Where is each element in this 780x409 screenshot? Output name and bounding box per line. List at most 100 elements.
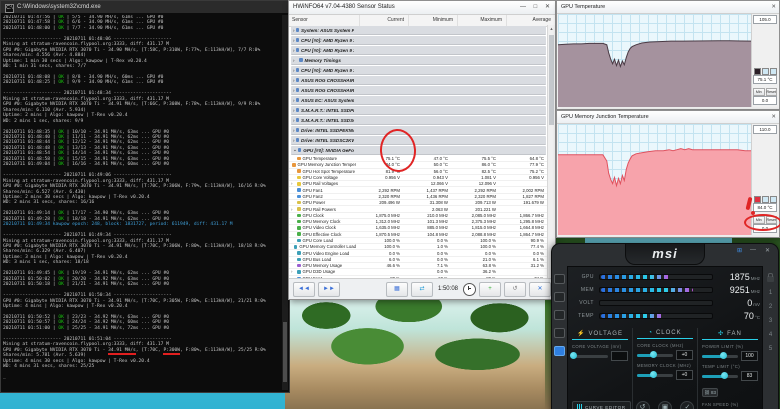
nav-back-button[interactable]: ◄◄ (293, 281, 315, 297)
power-limit-value[interactable]: 100 (741, 351, 758, 361)
core-voltage-value[interactable] (611, 351, 628, 361)
expand-icon[interactable]: › (293, 48, 295, 53)
windows-startup-icon[interactable]: ⊞ (737, 247, 742, 254)
temp-limit-value[interactable]: 83 (741, 371, 758, 381)
profile-4-button[interactable]: 4 (769, 332, 772, 338)
power-temp-link-button[interactable]: ⛓ 83 (702, 388, 718, 397)
chip-icon (295, 28, 299, 32)
close-icon[interactable]: ✕ (765, 247, 770, 254)
curve-editor-button[interactable]: CURVE EDITOR (572, 401, 631, 409)
save-button[interactable]: ▣ (658, 401, 672, 409)
sensor-group-row[interactable]: ›ASUS EC: ASUS System Product Name (291, 96, 546, 105)
temp-limit-slider[interactable] (702, 372, 738, 379)
core-clock-slider[interactable] (637, 351, 673, 358)
kombustor-icon[interactable] (554, 274, 565, 284)
hwinfo-scrollbar[interactable]: ▲ (547, 25, 555, 278)
scrollbar-thumb[interactable] (283, 322, 287, 382)
msi-afterburner-window[interactable]: msi ⊞ — ✕ 1 2 3 4 5 GPU 1875MHz MEM 9251MHz… (551, 243, 779, 409)
expand-icon[interactable]: › (293, 98, 295, 103)
memory-clock-slider[interactable] (637, 371, 673, 378)
legend-box[interactable] (762, 68, 769, 75)
oc-scanner-icon[interactable] (554, 292, 565, 302)
sync-button[interactable]: ⇄ (410, 281, 433, 297)
legend-box[interactable] (770, 68, 777, 75)
legend-box[interactable] (762, 196, 769, 203)
expand-icon[interactable]: › (291, 269, 296, 274)
reset-button[interactable]: Reset (765, 216, 777, 224)
sensors-config-button[interactable]: ▦ (385, 281, 408, 297)
core-voltage-slider[interactable] (569, 352, 608, 359)
power-limit-slider[interactable] (702, 352, 738, 359)
min-button[interactable]: Min (753, 88, 765, 96)
close-icon[interactable]: ✕ (771, 1, 776, 13)
sensor-group-row[interactable]: ›ASUS ROG CROSSHAIR VIII DARK HERO (AMD … (291, 86, 546, 95)
readout-label: TEMP (578, 312, 594, 319)
sensor-group-row[interactable]: ›S.M.A.R.T.: INTEL SSDPEKNW010T8 (NVMe) (291, 106, 546, 115)
profile-1-button[interactable]: 1 (769, 290, 772, 296)
sensor-group-row[interactable]: ›Drive: INTEL SSDSC2KW512G8 (291, 136, 546, 145)
min-button[interactable]: Min (753, 216, 765, 224)
window-buttons[interactable]: — □ ✕ (520, 1, 553, 14)
gpu-temperature-graph-window[interactable]: GPU Temperature ✕ 105.0 75.1 °C Min Reset… (556, 0, 780, 110)
collapse-icon[interactable]: ⌄ (293, 147, 297, 153)
sensor-group-row[interactable]: ⌄GPU [#0]: NVIDIA GeForce RTX 3070 Ti (291, 146, 546, 155)
expand-icon[interactable]: › (293, 118, 295, 123)
hwinfo-titlebar[interactable]: HWiNFO64 v7.04-4380 Sensor Status — □ ✕ (289, 1, 555, 15)
apply-button[interactable]: ✓ (680, 401, 695, 409)
sensor-group-row[interactable]: ›System: ASUS System Product Name (291, 26, 546, 35)
sensor-group-row[interactable]: ›Drive: INTEL SSDPEKNW010T8 (NVMe) (291, 126, 546, 135)
expand-icon[interactable]: › (293, 58, 298, 63)
sensor-value: 1,815.0 MHz (471, 225, 496, 231)
sensor-value: 100.0 % (384, 238, 400, 243)
legend-box[interactable] (770, 196, 777, 203)
sensor-value: 1,295.8 MHz (519, 219, 544, 225)
minimize-icon[interactable]: — (750, 247, 756, 253)
sensor-value: 0.0 % (389, 250, 400, 256)
expand-icon[interactable]: › (293, 78, 295, 83)
graph-titlebar[interactable]: GPU Temperature ✕ (557, 1, 779, 14)
hwinfo-sensor-table[interactable]: ›System: ASUS System Product Name›CPU [#… (289, 25, 548, 278)
sensor-value: 36.2 % (482, 269, 496, 275)
undo-button[interactable]: ↺ (504, 281, 526, 297)
info-icon[interactable] (554, 310, 565, 320)
expand-icon[interactable]: › (293, 108, 295, 113)
gpu-memory-junction-graph-window[interactable]: GPU Memory Junction Temperature ✕ 110.0 … (556, 110, 780, 238)
sensor-group-row[interactable]: ›ASUS ROG CROSSHAIR VIII DARK HERO (Nuvo… (291, 76, 546, 85)
profile-2-button[interactable]: 2 (769, 304, 772, 310)
nav-forward-button[interactable]: ►► (318, 281, 340, 297)
graph-titlebar[interactable]: GPU Memory Junction Temperature ✕ (557, 111, 779, 124)
add-button[interactable]: + (479, 281, 501, 297)
expand-icon[interactable]: › (291, 181, 296, 186)
sensor-group-row[interactable]: ›CPU [#0]: AMD Ryzen 9 3950X: C-State Re… (291, 46, 546, 55)
close-button[interactable]: ✕ (529, 281, 551, 297)
expand-icon[interactable]: › (293, 88, 295, 93)
expand-icon[interactable]: › (293, 28, 295, 33)
scrollbar-thumb[interactable] (549, 35, 554, 125)
expand-icon[interactable]: › (293, 138, 295, 143)
sensor-group-row[interactable]: ›CPU [#0]: AMD Ryzen 9 3950X: Enhanced (291, 66, 546, 75)
profile-3-button[interactable]: 3 (769, 318, 772, 324)
expand-icon[interactable]: › (293, 38, 295, 43)
core-clock-value[interactable]: +0 (676, 350, 693, 360)
expand-icon[interactable]: › (293, 128, 295, 133)
expand-icon[interactable]: › (293, 68, 295, 73)
readout-row-gpu: GPU 1875MHz (570, 270, 760, 283)
scroll-up-icon[interactable]: ▲ (548, 25, 555, 32)
sensor-group-row[interactable]: ›S.M.A.R.T.: INTEL SSDSC2KW512G8 (291, 116, 546, 125)
memory-clock-value[interactable]: +0 (676, 370, 693, 380)
cmd-terminal-window[interactable]: C:\ C:\Windows\system32\cmd.exe 20210711 … (0, 0, 290, 393)
sensor-group-row[interactable]: ›CPU [#0]: AMD Ryzen 9 3950X (291, 36, 546, 45)
hwinfo-window[interactable]: HWiNFO64 v7.04-4380 Sensor Status — □ ✕ … (288, 0, 556, 300)
lock-icon[interactable] (767, 273, 774, 282)
terminal-output[interactable]: 20210711 01:47:56 | OK | 5/5 - 34.90 MH/… (3, 15, 281, 390)
hardware-monitor-icon[interactable] (554, 346, 565, 356)
sensor-group-row[interactable]: › Memory Timings (291, 56, 546, 65)
expand-icon[interactable]: › (291, 207, 296, 212)
settings-icon[interactable] (554, 328, 565, 338)
profile-5-button[interactable]: 5 (769, 346, 772, 352)
terminal-titlebar[interactable]: C:\ C:\Windows\system32\cmd.exe (1, 1, 289, 13)
close-icon[interactable]: ✕ (771, 111, 776, 123)
fan-icon (297, 188, 301, 192)
reset-button[interactable]: ↺ (635, 401, 650, 409)
reset-button[interactable]: Reset (765, 88, 777, 96)
